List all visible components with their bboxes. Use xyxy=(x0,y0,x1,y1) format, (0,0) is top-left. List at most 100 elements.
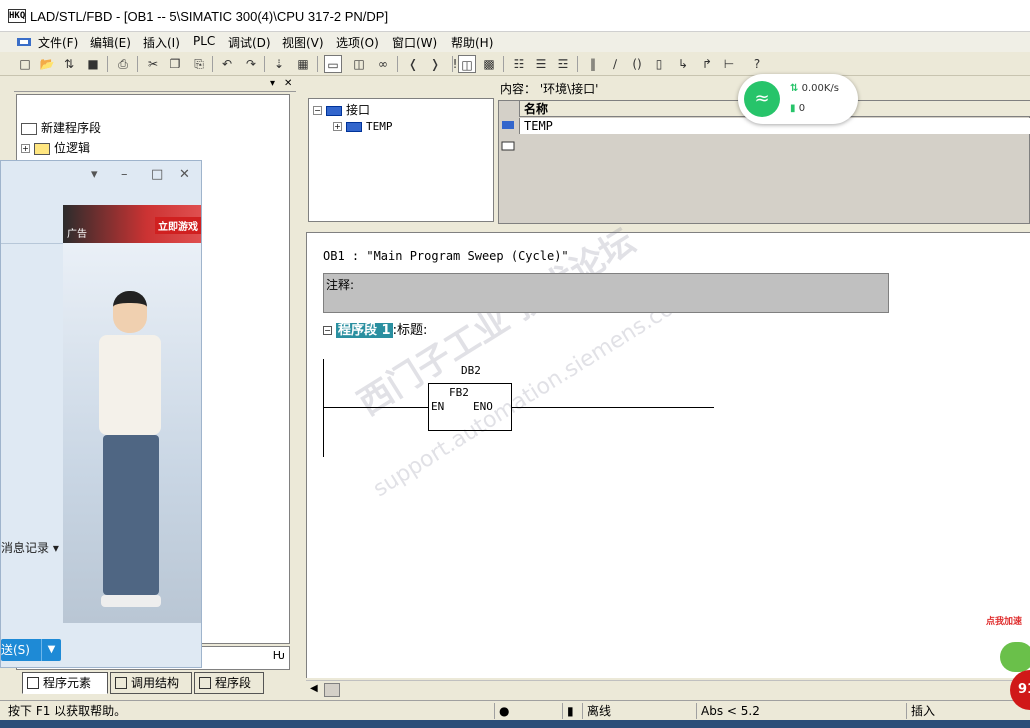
new-row-icon[interactable] xyxy=(501,141,515,151)
branch-open-icon[interactable]: ↳ xyxy=(674,55,692,73)
chat-window[interactable]: ▾ – □ ✕ 广告 立即游戏 消息记录 ▾ 送(S) ▼ xyxy=(0,160,202,668)
glasses-icon[interactable]: ∞ xyxy=(374,55,392,73)
interface-tree[interactable]: − 接口 + TEMP xyxy=(308,98,494,222)
maximize-icon[interactable]: □ xyxy=(151,167,163,182)
info-icon[interactable]: Ƕ xyxy=(273,649,285,662)
collapse-icon[interactable]: − xyxy=(313,106,322,115)
menu-plc[interactable]: PLC xyxy=(193,34,215,48)
network-icon[interactable]: ⇅ xyxy=(60,55,78,73)
save-icon[interactable]: ■ xyxy=(84,55,102,73)
monitor-icon[interactable]: ▦ xyxy=(294,55,312,73)
menu-insert[interactable]: 插入(I) xyxy=(143,34,180,51)
folder-icon xyxy=(34,142,50,155)
pane-pin-icon[interactable]: ▾ xyxy=(270,78,275,90)
ladder-editor[interactable]: 西门子工业 技术论坛 support.automation.siemens.co… xyxy=(306,221,1030,678)
speedup-label: 点我加速 xyxy=(986,617,1023,627)
connection-icon[interactable]: ⊢ xyxy=(720,55,738,73)
cut-icon[interactable]: ✂ xyxy=(144,55,162,73)
network-header[interactable]: − 程序段 1:标题: xyxy=(323,319,427,338)
networks-icon xyxy=(199,677,211,689)
send-button[interactable]: 送(S) ▼ xyxy=(1,639,61,661)
tab-program-elements[interactable]: 程序元素 xyxy=(22,672,108,694)
message-records-button[interactable]: 消息记录 ▾ xyxy=(1,539,59,556)
chevron-down-icon[interactable]: ▾ xyxy=(91,167,98,182)
prev-icon[interactable]: ❬ xyxy=(404,55,422,73)
overview-icon[interactable]: ▭ xyxy=(324,55,342,73)
coil-icon[interactable]: () xyxy=(628,55,646,73)
menu-edit[interactable]: 编辑(E) xyxy=(90,34,131,51)
ad-banner[interactable]: 广告 立即游戏 xyxy=(63,205,201,243)
speedup-widget[interactable]: 点我加速 91 xyxy=(980,612,1030,710)
print-icon[interactable]: ⎙ xyxy=(114,55,132,73)
scroll-left-icon[interactable]: ◀ xyxy=(310,683,318,694)
new-icon[interactable]: □ xyxy=(16,55,34,73)
view-icon[interactable]: ▩ xyxy=(480,55,498,73)
redo-icon[interactable]: ↷ xyxy=(242,55,260,73)
window-title: LAD/STL/FBD - [OB1 -- 5\SIMATIC 300(4)\C… xyxy=(30,9,389,24)
menu-file[interactable]: 文件(F) xyxy=(38,34,78,51)
tree-item-bit-logic[interactable]: + 位逻辑 xyxy=(21,139,90,156)
comment-field[interactable]: 注释: xyxy=(323,273,889,313)
instance-db-label[interactable]: DB2 xyxy=(461,364,481,377)
help-cursor-icon[interactable]: ? xyxy=(748,55,766,73)
box-icon[interactable]: ▯ xyxy=(650,55,668,73)
menu-bar: 文件(F) 编辑(E) 插入(I) PLC 调试(D) 视图(V) 选项(O) … xyxy=(0,32,1030,52)
collapse-icon[interactable]: − xyxy=(323,326,332,335)
en-pin: EN xyxy=(431,400,445,413)
close-icon[interactable]: ✕ xyxy=(179,167,190,182)
open-icon[interactable]: 📂 xyxy=(38,55,56,73)
eno-pin: ENO xyxy=(473,400,493,413)
undo-icon[interactable]: ↶ xyxy=(218,55,236,73)
interface-root[interactable]: − 接口 xyxy=(313,101,370,118)
paste-icon[interactable]: ⎘ xyxy=(190,55,208,73)
ladder-icon[interactable]: ◫ xyxy=(350,55,368,73)
menu-options[interactable]: 选项(O) xyxy=(336,34,379,51)
speed-score[interactable]: 91 xyxy=(1010,670,1030,710)
window-icon[interactable]: ◫ xyxy=(458,55,476,73)
ladder-network-icon[interactable]: ☷ xyxy=(510,55,528,73)
network-label[interactable]: 程序段 1 xyxy=(336,323,393,338)
variable-icon xyxy=(502,121,514,129)
avatar-body xyxy=(99,335,161,435)
ad-tag: 广告 xyxy=(67,229,87,240)
tree-item-new-network[interactable]: 新建程序段 xyxy=(21,119,101,136)
download-icon[interactable]: ⇣ xyxy=(270,55,288,73)
menu-window[interactable]: 窗口(W) xyxy=(392,34,437,51)
menu-view[interactable]: 视图(V) xyxy=(282,34,324,51)
avatar-feet xyxy=(101,595,161,607)
expand-icon[interactable]: + xyxy=(333,122,342,131)
close-icon[interactable]: ✕ xyxy=(284,78,292,90)
minimize-icon[interactable]: – xyxy=(121,167,128,182)
taskbar xyxy=(0,720,1030,728)
contact-nc-icon[interactable]: ∕ xyxy=(606,55,624,73)
play-now-button[interactable]: 立即游戏 xyxy=(155,217,201,234)
avatar-head xyxy=(113,291,147,333)
tab-networks[interactable]: 程序段 xyxy=(194,672,264,694)
title-bar: HKQ LAD/STL/FBD - [OB1 -- 5\SIMATIC 300(… xyxy=(0,0,1030,32)
tab-call-structure[interactable]: 调用结构 xyxy=(110,672,192,694)
copy-icon[interactable]: ❐ xyxy=(166,55,184,73)
next-icon[interactable]: ❭ xyxy=(426,55,444,73)
network-speed-widget[interactable]: ≈ ⇅ 0.00K/s ▮ 0 xyxy=(738,74,858,124)
send-options-icon[interactable]: ▼ xyxy=(41,639,61,661)
network-title[interactable]: :标题: xyxy=(393,323,428,338)
new-network-icon xyxy=(21,122,37,135)
status-help: 按下 F1 以获取帮助。 xyxy=(8,704,127,718)
document-icon[interactable] xyxy=(16,36,32,48)
menu-help[interactable]: 帮助(H) xyxy=(451,34,493,51)
contact-no-icon[interactable]: ‖ xyxy=(584,55,602,73)
expand-icon[interactable]: + xyxy=(21,144,30,153)
interface-temp[interactable]: + TEMP xyxy=(333,119,393,133)
function-block[interactable]: FB2 EN ENO xyxy=(428,383,512,431)
branch-tree-icon[interactable]: ☲ xyxy=(554,55,572,73)
branch-list-icon[interactable]: ☰ xyxy=(532,55,550,73)
rung-wire xyxy=(512,407,714,408)
speed-readout: ⇅ 0.00K/s xyxy=(790,83,839,94)
menu-debug[interactable]: 调试(D) xyxy=(228,34,271,51)
tree-item-label: 位逻辑 xyxy=(54,141,91,155)
scroll-thumb[interactable] xyxy=(324,683,340,697)
wifi-icon: ≈ xyxy=(744,81,780,117)
toolbar: □ 📂 ⇅ ■ ⎙ ✂ ❐ ⎘ ↶ ↷ ⇣ ▦ ▭ ◫ ∞ ❬ ❭ ! ◫ ▩ … xyxy=(0,52,1030,76)
horizontal-scrollbar[interactable]: ◀ xyxy=(306,680,1030,698)
branch-close-icon[interactable]: ↱ xyxy=(698,55,716,73)
